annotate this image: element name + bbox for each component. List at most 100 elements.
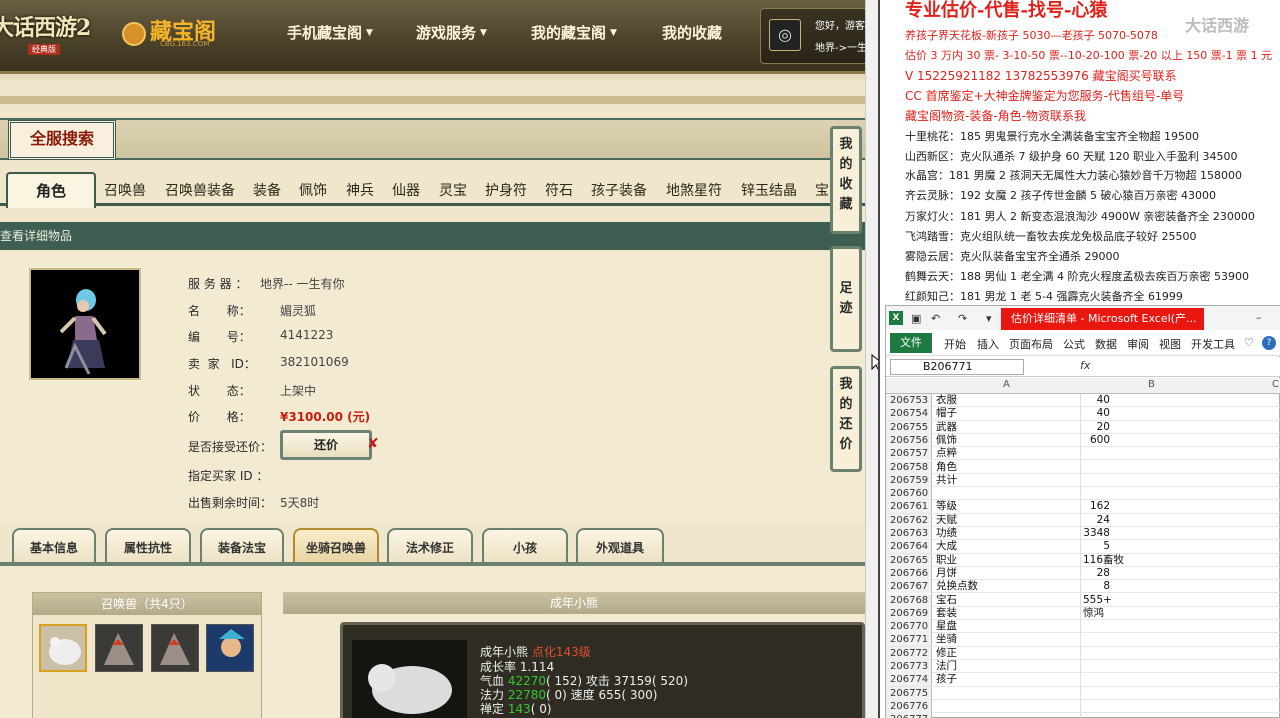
table-row[interactable]: 206770 星盘 xyxy=(886,620,1280,634)
cell-a[interactable]: 武器 xyxy=(936,421,957,434)
table-row[interactable]: 206756 佩饰 600 xyxy=(886,433,1280,448)
side-footprint-button[interactable]: 足 迹 xyxy=(830,246,862,352)
nav-my-cbg[interactable]: 我的藏宝阁 ▼ xyxy=(531,22,617,43)
cell-a[interactable]: 星盘 xyxy=(936,620,957,633)
cell-a[interactable]: 佩饰 xyxy=(936,434,957,447)
cell-a[interactable]: 角色 xyxy=(936,461,957,474)
table-row[interactable]: 206767 兑换点数 8 xyxy=(886,580,1280,594)
row-number[interactable]: 206753 xyxy=(886,394,932,407)
cell-b[interactable]: 20 xyxy=(1097,421,1110,434)
cell-b[interactable]: 8 xyxy=(1103,580,1110,593)
pet-thumb-warrior[interactable] xyxy=(206,624,254,672)
table-row[interactable]: 206777 xyxy=(886,713,1280,718)
cell-a[interactable]: 等级 xyxy=(936,500,957,513)
cell-a[interactable]: 月饼 xyxy=(936,567,957,580)
user-box[interactable]: ◎ 您好，游客 地界->一生 xyxy=(760,8,865,64)
cell-a[interactable]: 修正 xyxy=(936,647,957,660)
row-number[interactable]: 206769 xyxy=(886,606,932,620)
nav-mobile-cbg[interactable]: 手机藏宝阁 ▼ xyxy=(287,22,373,43)
row-number[interactable]: 206759 xyxy=(886,473,932,487)
cell-a[interactable]: 宝石 xyxy=(936,594,957,607)
subtab-equipment[interactable]: 装备法宝 xyxy=(200,528,284,564)
table-row[interactable]: 206757 点粹 xyxy=(886,447,1280,461)
help-icon[interactable]: ? xyxy=(1262,336,1276,350)
side-favorites-button[interactable]: 我 的 收 藏 xyxy=(830,126,862,234)
excel-grid[interactable]: 206753 衣服 40 206754 帽子 40 206755 武器 20 206756 佩饰 60… xyxy=(886,394,1280,718)
subtab-basic-info[interactable]: 基本信息 xyxy=(12,528,96,564)
table-row[interactable]: 206771 坐骑 xyxy=(886,633,1280,647)
table-row[interactable]: 206772 修正 xyxy=(886,646,1280,660)
tab-pet[interactable]: 召唤兽 xyxy=(104,176,146,206)
cell-b[interactable]: 28 xyxy=(1097,567,1110,580)
row-number[interactable]: 206767 xyxy=(886,580,932,594)
cell-a[interactable]: 孩子 xyxy=(936,673,957,686)
ribbon-tab-insert[interactable]: 插入 xyxy=(977,336,999,352)
cell-a[interactable]: 坐骑 xyxy=(936,633,957,646)
cell-b[interactable]: 600 xyxy=(1090,434,1110,447)
redo-icon[interactable]: ↷ xyxy=(958,312,967,325)
table-row[interactable]: 206762 天赋 24 xyxy=(886,513,1280,527)
cell-b[interactable]: 40 xyxy=(1097,394,1110,407)
pet-thumb-wolf-2[interactable] xyxy=(151,624,199,672)
cell-b[interactable]: 116畜牧 xyxy=(1083,554,1124,567)
row-number[interactable]: 206770 xyxy=(886,620,932,634)
row-number[interactable]: 206755 xyxy=(886,420,932,434)
row-number[interactable]: 206754 xyxy=(886,407,932,421)
cell-a[interactable]: 功绩 xyxy=(936,527,957,540)
cell-a[interactable]: 大成 xyxy=(936,540,957,553)
minimize-icon[interactable]: – xyxy=(1256,311,1262,324)
row-number[interactable]: 206758 xyxy=(886,460,932,474)
row-number[interactable]: 206772 xyxy=(886,646,932,660)
table-row[interactable]: 206774 孩子 xyxy=(886,673,1280,687)
row-number[interactable]: 206761 xyxy=(886,500,932,514)
table-row[interactable]: 206775 xyxy=(886,686,1280,700)
table-row[interactable]: 206763 功绩 3348 xyxy=(886,527,1280,541)
subtab-mount-pet[interactable]: 坐骑召唤兽 xyxy=(293,528,379,564)
row-number[interactable]: 206762 xyxy=(886,513,932,527)
cell-a[interactable]: 职业 xyxy=(936,554,957,567)
table-row[interactable]: 206758 角色 xyxy=(886,460,1280,474)
ribbon-tab-view[interactable]: 视图 xyxy=(1159,336,1181,352)
tab-immortal-item[interactable]: 仙器 xyxy=(392,176,420,206)
row-number[interactable]: 206771 xyxy=(886,633,932,647)
table-row[interactable]: 206768 宝石 555+ xyxy=(886,593,1280,607)
column-header-a[interactable]: A xyxy=(1003,379,1010,390)
row-number[interactable]: 206760 xyxy=(886,487,932,501)
table-row[interactable]: 206761 等级 162 xyxy=(886,500,1280,514)
tab-rune-stone[interactable]: 符石 xyxy=(545,176,573,206)
cell-b[interactable]: 162 xyxy=(1090,500,1110,513)
ribbon-tab-data[interactable]: 数据 xyxy=(1095,336,1117,352)
tab-divine-weapon[interactable]: 神兵 xyxy=(346,176,374,206)
cell-a[interactable]: 兑换点数 xyxy=(936,580,978,593)
side-my-offers-button[interactable]: 我 的 还 价 xyxy=(830,366,862,472)
ribbon-tab-home[interactable]: 开始 xyxy=(944,336,966,352)
name-box[interactable]: B206771 xyxy=(890,359,1024,375)
table-row[interactable]: 206759 共计 xyxy=(886,473,1280,488)
cell-a[interactable]: 天赋 xyxy=(936,514,957,527)
ribbon-tab-review[interactable]: 审阅 xyxy=(1127,336,1149,352)
subtab-child[interactable]: 小孩 xyxy=(482,528,568,564)
table-row[interactable]: 206776 xyxy=(886,699,1280,714)
row-number[interactable]: 206764 xyxy=(886,540,932,554)
row-number[interactable]: 206774 xyxy=(886,673,932,687)
cell-a[interactable]: 共计 xyxy=(936,474,957,487)
tab-equipment[interactable]: 装备 xyxy=(253,176,281,206)
nav-my-favorites[interactable]: 我的收藏 xyxy=(662,22,722,43)
counter-offer-button[interactable]: 还价 xyxy=(280,430,372,460)
pet-thumb-wolf-1[interactable] xyxy=(95,624,143,672)
cell-a[interactable]: 点粹 xyxy=(936,447,957,460)
subtab-spell-mod[interactable]: 法术修正 xyxy=(387,528,473,564)
table-row[interactable]: 206753 衣服 40 xyxy=(886,394,1280,408)
table-row[interactable]: 206754 帽子 40 xyxy=(886,407,1280,421)
row-number[interactable]: 206756 xyxy=(886,433,932,447)
nav-game-service[interactable]: 游戏服务 ▼ xyxy=(416,22,487,43)
table-row[interactable]: 206773 法门 xyxy=(886,660,1280,674)
row-number[interactable]: 206768 xyxy=(886,593,932,607)
column-header-b[interactable]: B xyxy=(1148,379,1155,390)
tab-jade-crystal[interactable]: 锌玉结晶 xyxy=(741,176,797,206)
row-number[interactable]: 206776 xyxy=(886,699,932,713)
cell-b[interactable]: 惊鸿 xyxy=(1083,607,1104,620)
table-row[interactable]: 206765 职业 116畜牧 xyxy=(886,553,1280,567)
row-number[interactable]: 206777 xyxy=(886,713,932,718)
table-row[interactable]: 206760 xyxy=(886,487,1280,501)
